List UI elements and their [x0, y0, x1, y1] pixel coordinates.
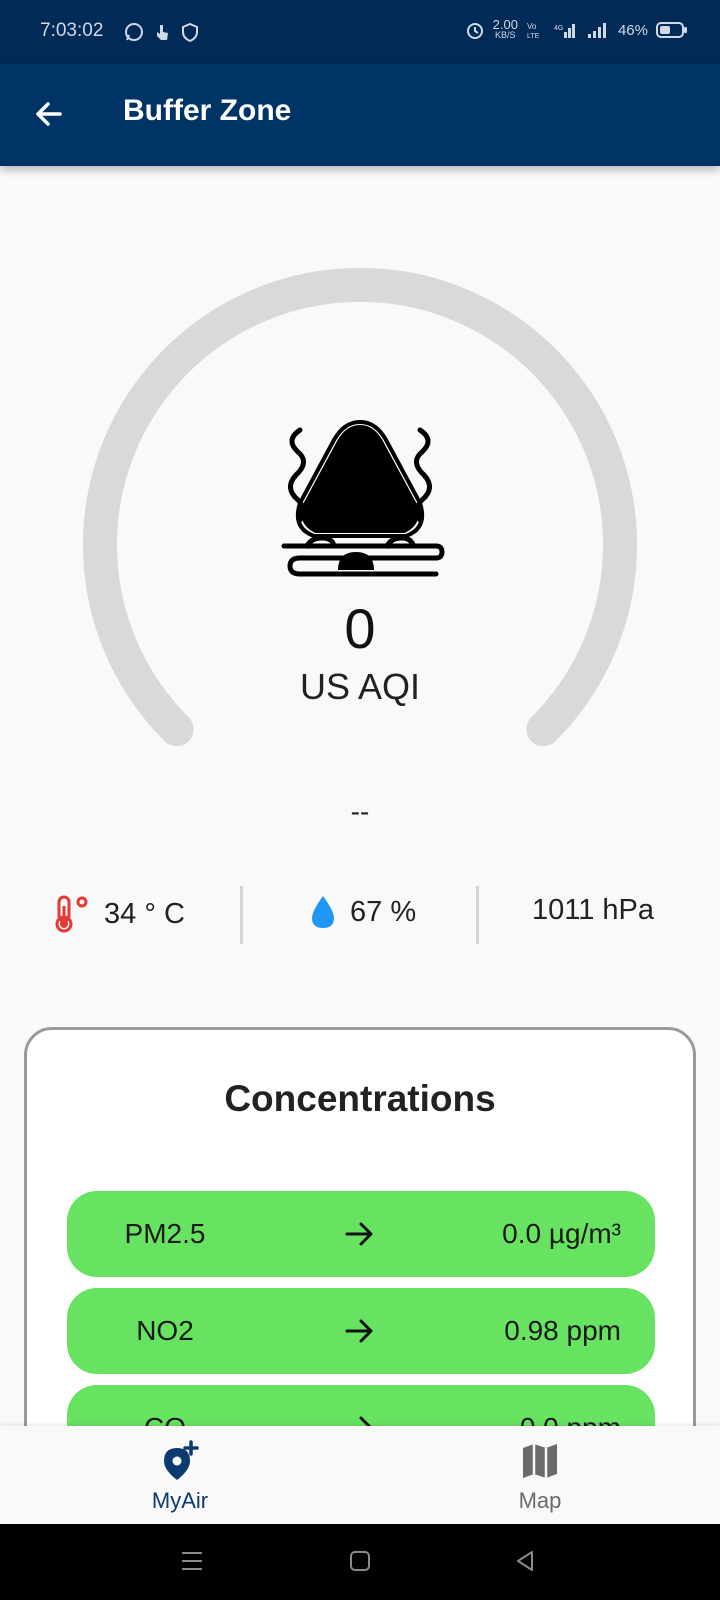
status-time: 7:03:02 — [40, 20, 104, 41]
signal-icon — [587, 23, 606, 38]
svg-text:LTE: LTE — [527, 33, 540, 40]
arrow-left-icon[interactable] — [30, 94, 70, 134]
svg-text:4G: 4G — [554, 25, 563, 32]
location-add-icon — [164, 1440, 199, 1480]
divider — [476, 886, 479, 944]
weather-row: 34 ° C 67 % 1011 hPa — [0, 880, 720, 950]
app-bar: Buffer Zone — [0, 64, 720, 166]
pressure-item: 1011 hPa — [532, 894, 654, 927]
signal-4g-icon: 4G — [554, 24, 575, 38]
battery-percent: 46% — [617, 21, 648, 39]
status-bar: 7:03:02 2.00 KB/S Vo LTE 4G 46% — [0, 0, 720, 64]
pollution-warning-icon — [281, 419, 445, 577]
water-drop-icon — [312, 896, 334, 928]
shield-icon — [182, 22, 198, 42]
concentration-row-no2[interactable]: NO2 0.98 ppm — [67, 1288, 655, 1374]
menu-icon[interactable] — [180, 1548, 204, 1574]
arrow-right-icon — [345, 1222, 373, 1246]
system-navigation-bar — [0, 1524, 720, 1600]
alarm-icon — [466, 23, 483, 39]
humidity-value: 67 % — [350, 895, 417, 928]
divider — [240, 886, 243, 944]
nav-item-map[interactable]: Map — [460, 1426, 620, 1524]
notification-icons — [124, 22, 200, 42]
page-title: Buffer Zone — [123, 94, 292, 127]
temperature-value: 34 ° C — [104, 897, 185, 930]
pollutant-name: PM2.5 — [124, 1218, 206, 1249]
humidity-item: 67 % — [310, 894, 416, 930]
battery-icon — [656, 22, 687, 38]
aqi-status: -- — [350, 796, 370, 827]
aqi-unit-label: US AQI — [299, 666, 421, 707]
arrow-right-icon — [345, 1319, 373, 1343]
map-icon — [523, 1444, 557, 1478]
concentration-row-pm25[interactable]: PM2.5 0.0 µg/m³ — [67, 1191, 655, 1277]
home-icon[interactable] — [347, 1548, 373, 1574]
svg-text:Vo: Vo — [527, 22, 537, 31]
aqi-gauge — [83, 267, 637, 747]
concentrations-title: Concentrations — [224, 1078, 496, 1119]
pressure-value: 1011 hPa — [532, 894, 655, 926]
whatsapp-icon — [125, 23, 143, 41]
nav-item-myair[interactable]: MyAir — [100, 1426, 260, 1524]
pollutant-value: 0.0 µg/m³ — [502, 1218, 621, 1249]
nav-label-myair: MyAir — [151, 1488, 209, 1513]
aqi-value: 0 — [344, 597, 376, 660]
temperature-item: 34 ° C — [52, 894, 185, 934]
net-speed: 2.00 KB/S — [492, 17, 518, 40]
system-status-icons: 2.00 KB/S Vo LTE 4G 46% — [465, 17, 688, 40]
back-triangle-icon[interactable] — [512, 1548, 538, 1574]
pollutant-value: 0.98 ppm — [504, 1315, 621, 1346]
pollutant-name: NO2 — [136, 1315, 194, 1346]
bottom-navigation: MyAir Map — [0, 1426, 720, 1524]
touch-icon — [157, 25, 168, 40]
thermometer-icon — [55, 895, 88, 933]
nav-label-map: Map — [518, 1488, 562, 1513]
volte-icon: Vo LTE — [527, 22, 540, 40]
